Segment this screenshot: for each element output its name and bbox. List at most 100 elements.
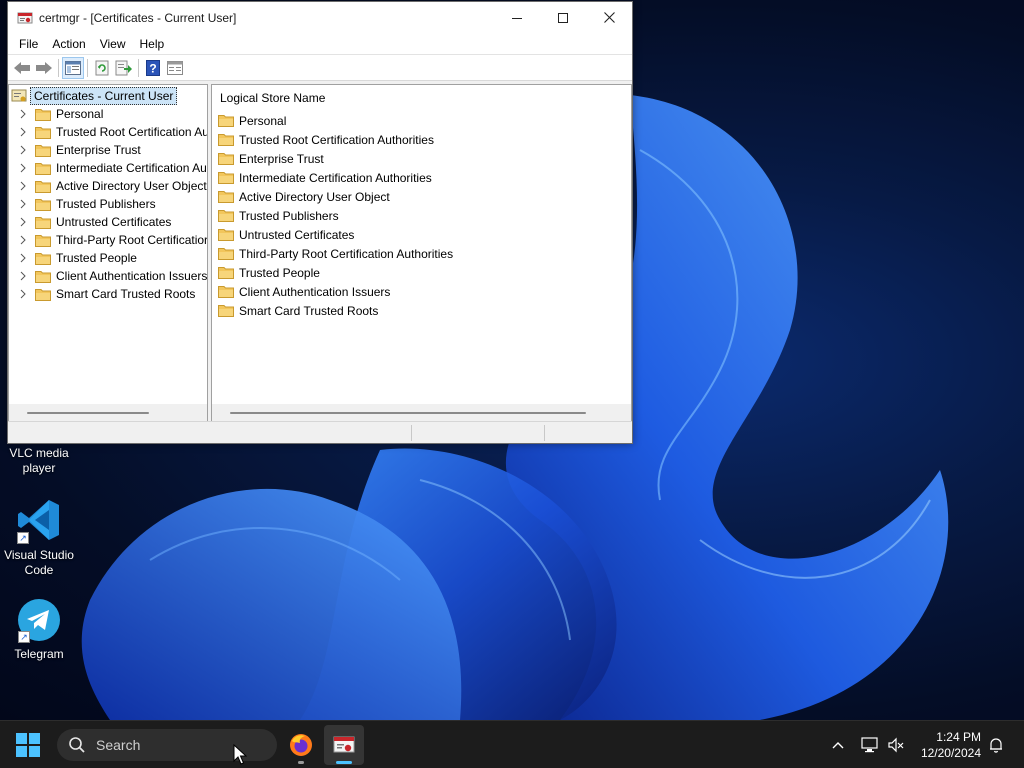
list-horizontal-scrollbar[interactable] bbox=[212, 404, 631, 421]
help-button[interactable]: ? bbox=[142, 57, 164, 79]
chevron-right-icon[interactable] bbox=[17, 289, 29, 299]
taskbar-firefox[interactable] bbox=[281, 725, 321, 765]
refresh-icon bbox=[95, 60, 109, 75]
system-clock[interactable]: 1:24 PM 12/20/2024 bbox=[921, 729, 981, 761]
chevron-right-icon[interactable] bbox=[17, 145, 29, 155]
tree-horizontal-scrollbar[interactable] bbox=[9, 404, 207, 421]
list-item-label: Client Authentication Issuers bbox=[239, 284, 391, 299]
desktop-icon-vlc[interactable]: VLC media player bbox=[3, 446, 75, 476]
properties-button[interactable] bbox=[164, 57, 186, 79]
menu-file[interactable]: File bbox=[12, 33, 45, 55]
list-item-trusted-publishers[interactable]: Trusted Publishers bbox=[218, 206, 339, 225]
list-item-label: Third-Party Root Certification Authoriti… bbox=[239, 246, 454, 261]
chevron-right-icon[interactable] bbox=[17, 271, 29, 281]
close-button[interactable] bbox=[586, 2, 632, 33]
tree-item-personal[interactable]: Personal bbox=[9, 105, 103, 123]
list-item-untrusted[interactable]: Untrusted Certificates bbox=[218, 225, 354, 244]
list-item-client-auth[interactable]: Client Authentication Issuers bbox=[218, 282, 390, 301]
tree-root-certificates-current-user[interactable]: Certificates - Current User bbox=[11, 87, 178, 105]
tree-item-active-directory[interactable]: Active Directory User Object bbox=[9, 177, 207, 195]
refresh-button[interactable] bbox=[91, 57, 113, 79]
back-button[interactable] bbox=[11, 57, 33, 79]
tree-root-label: Certificates - Current User bbox=[30, 87, 178, 105]
tree-item-label: Untrusted Certificates bbox=[56, 215, 172, 229]
chevron-right-icon[interactable] bbox=[17, 217, 29, 227]
list-item-trusted-root[interactable]: Trusted Root Certification Authorities bbox=[218, 130, 434, 149]
tree-item-label: Third-Party Root Certificatior bbox=[56, 233, 208, 247]
show-hide-console-tree-button[interactable] bbox=[62, 56, 84, 79]
list-item-third-party-root[interactable]: Third-Party Root Certification Authoriti… bbox=[218, 244, 453, 263]
chevron-right-icon[interactable] bbox=[17, 127, 29, 137]
export-list-button[interactable] bbox=[113, 57, 135, 79]
telegram-icon: ↗ bbox=[16, 597, 62, 643]
taskbar: Search 1:24 PM 12/20/2024 bbox=[0, 720, 1024, 768]
notifications-button[interactable] bbox=[986, 735, 1006, 755]
tree-item-trusted-people[interactable]: Trusted People bbox=[9, 249, 137, 267]
desktop-icon-telegram[interactable]: ↗ Telegram bbox=[3, 597, 75, 662]
menu-action[interactable]: Action bbox=[45, 33, 92, 55]
minimize-button[interactable] bbox=[494, 2, 540, 33]
maximize-button[interactable] bbox=[540, 2, 586, 33]
chevron-right-icon[interactable] bbox=[17, 181, 29, 191]
start-button[interactable] bbox=[16, 733, 40, 757]
certmgr-window: certmgr - [Certificates - Current User] … bbox=[7, 1, 633, 444]
chevron-right-icon[interactable] bbox=[17, 109, 29, 119]
list-item-smart-card[interactable]: Smart Card Trusted Roots bbox=[218, 301, 378, 320]
desktop-icon-vscode[interactable]: ↗ Visual Studio Code bbox=[3, 496, 75, 578]
title-bar[interactable]: certmgr - [Certificates - Current User] bbox=[8, 2, 632, 33]
list-item-label: Enterprise Trust bbox=[239, 151, 324, 166]
folder-icon bbox=[218, 266, 234, 279]
folder-icon bbox=[218, 152, 234, 165]
folder-icon bbox=[35, 252, 51, 265]
tree-item-enterprise-trust[interactable]: Enterprise Trust bbox=[9, 141, 141, 159]
folder-icon bbox=[218, 190, 234, 203]
list-item-active-directory[interactable]: Active Directory User Object bbox=[218, 187, 390, 206]
list-item-label: Personal bbox=[239, 113, 287, 128]
folder-icon bbox=[35, 270, 51, 283]
list-item-label: Trusted People bbox=[239, 265, 320, 280]
show-hidden-icons-button[interactable] bbox=[828, 735, 848, 755]
folder-icon bbox=[35, 108, 51, 121]
tree-item-smart-card[interactable]: Smart Card Trusted Roots bbox=[9, 285, 195, 303]
tree-item-label: Trusted People bbox=[56, 251, 137, 265]
network-status-button[interactable] bbox=[860, 735, 880, 755]
tree-item-third-party-root[interactable]: Third-Party Root Certificatior bbox=[9, 231, 208, 249]
chevron-right-icon[interactable] bbox=[17, 235, 29, 245]
folder-icon bbox=[35, 144, 51, 157]
certmgr-app-icon bbox=[17, 10, 33, 26]
list-item-enterprise-trust[interactable]: Enterprise Trust bbox=[218, 149, 324, 168]
forward-button[interactable] bbox=[33, 57, 55, 79]
folder-icon bbox=[218, 114, 234, 127]
vscode-icon: ↗ bbox=[15, 496, 63, 544]
column-header-logical-store-name[interactable]: Logical Store Name bbox=[220, 91, 325, 105]
taskbar-certmgr[interactable] bbox=[324, 725, 364, 765]
chevron-right-icon[interactable] bbox=[17, 163, 29, 173]
tree-item-label: Trusted Root Certification Au bbox=[56, 125, 208, 139]
chevron-right-icon[interactable] bbox=[17, 253, 29, 263]
tree-item-client-auth[interactable]: Client Authentication Issuers bbox=[9, 267, 207, 285]
window-title: certmgr - [Certificates - Current User] bbox=[39, 10, 237, 25]
tree-item-intermediate[interactable]: Intermediate Certification Au bbox=[9, 159, 207, 177]
scrollbar-thumb[interactable] bbox=[27, 412, 149, 414]
list-item-label: Smart Card Trusted Roots bbox=[239, 303, 379, 318]
menu-view[interactable]: View bbox=[93, 33, 133, 55]
list-item-trusted-people[interactable]: Trusted People bbox=[218, 263, 320, 282]
desktop-icon-label: Telegram bbox=[14, 647, 64, 661]
chevron-right-icon[interactable] bbox=[17, 199, 29, 209]
list-item-intermediate[interactable]: Intermediate Certification Authorities bbox=[218, 168, 432, 187]
tree-item-untrusted[interactable]: Untrusted Certificates bbox=[9, 213, 171, 231]
tree-item-trusted-root[interactable]: Trusted Root Certification Au bbox=[9, 123, 208, 141]
folder-icon bbox=[35, 234, 51, 247]
list-item-label: Active Directory User Object bbox=[239, 189, 390, 204]
menu-help[interactable]: Help bbox=[133, 33, 172, 55]
tree-item-trusted-publishers[interactable]: Trusted Publishers bbox=[9, 195, 156, 213]
scrollbar-thumb[interactable] bbox=[230, 412, 586, 414]
status-divider bbox=[544, 425, 545, 441]
list-item-personal[interactable]: Personal bbox=[218, 111, 286, 130]
running-indicator bbox=[298, 761, 304, 764]
list-item-label: Trusted Publishers bbox=[239, 208, 339, 223]
folder-icon bbox=[218, 133, 234, 146]
volume-button[interactable] bbox=[886, 735, 906, 755]
back-arrow-icon bbox=[14, 61, 30, 74]
active-indicator bbox=[336, 761, 352, 764]
